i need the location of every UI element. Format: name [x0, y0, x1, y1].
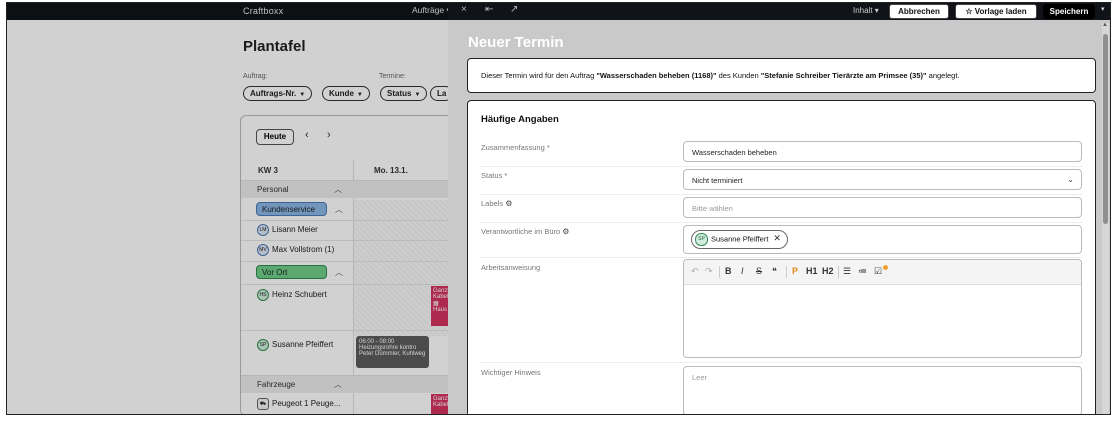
wichtiger-hinweis-label: Wichtiger Hinweis [481, 368, 541, 377]
toolbar-divider [719, 266, 720, 278]
toolbar-divider [786, 266, 787, 278]
remove-icon[interactable]: ✕ [773, 233, 781, 243]
strikethrough-icon[interactable]: S [756, 266, 762, 276]
cancel-button[interactable]: Abbrechen [889, 4, 949, 19]
arbeitsanweisung-label: Arbeitsanweisung [481, 263, 541, 272]
form-card: Häufige Angaben Zusammenfassung * Wasser… [467, 100, 1096, 414]
heading1-icon[interactable]: H1 [806, 266, 818, 276]
redo-icon[interactable]: ↷ [705, 266, 713, 277]
labels-select[interactable]: Bitte wählen [683, 197, 1082, 218]
quote-icon[interactable]: ❝ [772, 266, 777, 277]
undo-icon[interactable]: ↶ [691, 266, 699, 277]
load-template-button[interactable]: ☆ Vorlage laden [955, 4, 1037, 19]
user-chip[interactable]: SP Susanne Pfeiffert ✕ [691, 230, 788, 249]
chevron-down-icon: ⌄ [1067, 175, 1074, 184]
panel-toolbar: × ⇤ ↗ Inhalt ▾ Abbrechen ☆ Vorlage laden… [448, 3, 1110, 20]
screen: Craftboxx Aufträge ▾ Plantafel Auftrag: … [6, 2, 1111, 415]
info-notice: Dieser Termin wird für den Auftrag "Wass… [467, 58, 1096, 93]
verantwortliche-label: Verantwortliche im Büro ⚙ [481, 227, 570, 236]
panel-title: Neuer Termin [468, 34, 564, 51]
scrollbar-thumb[interactable] [1103, 34, 1108, 224]
notification-dot [883, 265, 888, 270]
toolbar-divider [838, 266, 839, 278]
paragraph-icon[interactable]: P [792, 266, 798, 276]
divider [481, 222, 1083, 223]
divider [481, 257, 1083, 258]
italic-icon[interactable]: I [741, 266, 744, 276]
close-icon[interactable]: × [461, 4, 467, 15]
checklist-icon[interactable]: ☑ [874, 266, 882, 277]
status-label: Status * [481, 171, 508, 180]
verantwortliche-select[interactable]: SP Susanne Pfeiffert ✕ [683, 225, 1082, 254]
avatar: SP [695, 233, 708, 246]
save-button[interactable]: Speichern [1043, 4, 1095, 19]
divider [481, 166, 1083, 167]
heading2-icon[interactable]: H2 [822, 266, 834, 276]
arbeitsanweisung-editor[interactable]: ↶ ↷ B I S ❝ P H1 H2 ☰ ≔ ☑ [683, 259, 1082, 358]
gear-icon[interactable]: ⚙ [562, 227, 569, 236]
status-select[interactable]: Nicht terminiert ⌄ [683, 169, 1082, 190]
wichtiger-hinweis-textarea[interactable]: Leer [683, 366, 1082, 414]
divider [481, 362, 1083, 363]
bold-icon[interactable]: B [725, 266, 732, 276]
scroll-up-icon[interactable]: ▲ [1102, 22, 1108, 28]
labels-label: Labels ⚙ [481, 199, 513, 208]
new-appointment-panel: × ⇤ ↗ Inhalt ▾ Abbrechen ☆ Vorlage laden… [448, 3, 1110, 414]
inhalt-dropdown[interactable]: Inhalt ▾ [853, 6, 879, 15]
open-external-icon[interactable]: ↗ [510, 4, 518, 15]
chevron-down-icon[interactable]: ▾ [1101, 5, 1105, 13]
section-title: Häufige Angaben [481, 114, 559, 125]
bullet-list-icon[interactable]: ☰ [843, 266, 851, 277]
zusammenfassung-input[interactable]: Wasserschaden beheben [683, 141, 1082, 162]
editor-toolbar: ↶ ↷ B I S ❝ P H1 H2 ☰ ≔ ☑ [684, 260, 1081, 285]
gear-icon[interactable]: ⚙ [505, 199, 512, 208]
numbered-list-icon[interactable]: ≔ [858, 266, 867, 277]
zusammenfassung-label: Zusammenfassung * [481, 143, 550, 152]
divider [481, 194, 1083, 195]
collapse-icon[interactable]: ⇤ [485, 4, 493, 15]
